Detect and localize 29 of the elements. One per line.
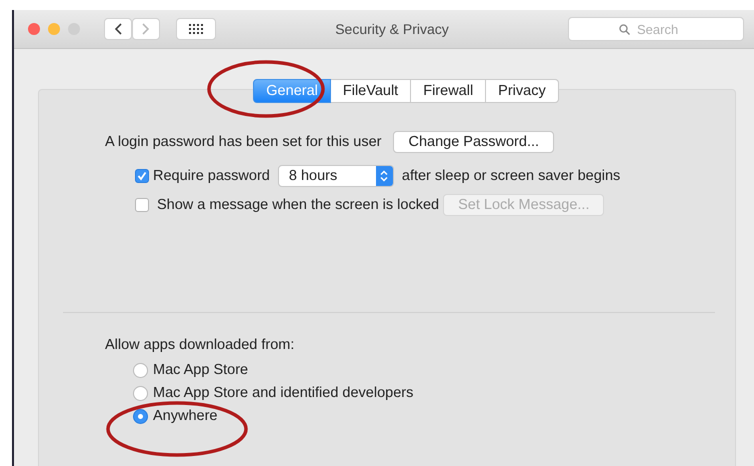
radio-label: Anywhere (153, 408, 218, 424)
require-password-checkbox[interactable] (135, 169, 149, 183)
tab[interactable]: Firewall (411, 79, 486, 103)
grid-icon (189, 24, 203, 34)
radio-button[interactable] (133, 386, 148, 400)
search-icon (619, 24, 630, 35)
delay-suffix-text: after sleep or screen saver begins (402, 168, 620, 184)
tab[interactable]: FileVault (330, 79, 412, 103)
change-password-button[interactable]: Change Password... (393, 131, 554, 153)
search-field[interactable]: Search (568, 17, 744, 41)
require-password-label: Require password (153, 168, 270, 184)
chevron-left-icon (114, 23, 122, 35)
minimize-button[interactable] (48, 23, 60, 35)
tab[interactable]: Privacy (486, 79, 559, 103)
lock-message-checkbox[interactable] (135, 198, 149, 212)
back-button[interactable] (104, 18, 132, 40)
chevron-right-icon (142, 23, 150, 35)
radio-label: Mac App Store and identified developers (153, 385, 414, 401)
close-button[interactable] (28, 23, 40, 35)
delay-dropdown[interactable]: 8 hours (278, 165, 394, 187)
radio-button[interactable] (133, 362, 148, 378)
window-title: Security & Privacy (334, 21, 450, 37)
radio-button[interactable] (133, 408, 148, 424)
allow-apps-label: Allow apps downloaded from: (105, 337, 296, 353)
show-all-button[interactable] (176, 18, 216, 40)
stepper-arrows-icon (380, 170, 388, 182)
lock-message-label: Show a message when the screen is locked (157, 197, 440, 213)
radio-label: Mac App Store (153, 362, 248, 378)
login-password-text: A login password has been set for this user (105, 134, 382, 150)
